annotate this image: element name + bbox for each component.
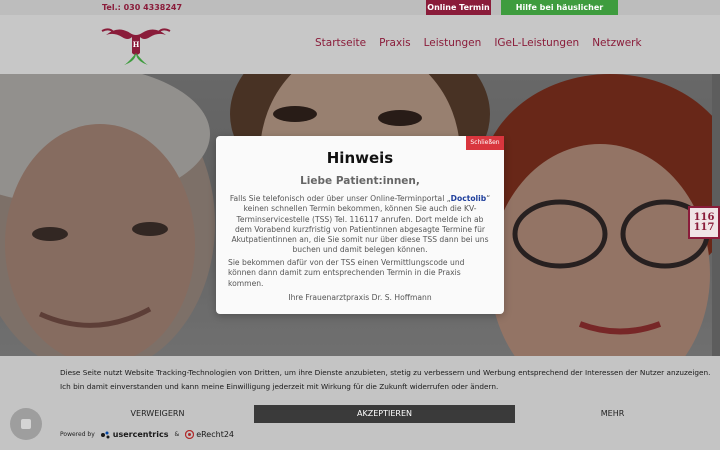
phone-number[interactable]: Tel.: 030 4338247 — [102, 3, 182, 12]
site-header: H Startseite Praxis Leistungen IGeL-Leis… — [0, 15, 720, 74]
privacy-settings-button[interactable] — [10, 408, 42, 440]
notice-modal: Schließen Hinweis Liebe Patient:innen, F… — [216, 136, 504, 314]
badge-line-2: 117 — [693, 222, 715, 233]
p1-text-after: “ keinen schnellen Termin bekommen, könn… — [231, 194, 491, 255]
erecht24-logo[interactable]: eRecht24 — [185, 430, 234, 439]
cookie-banner: Diese Seite nutzt Website Tracking-Techn… — [0, 356, 720, 450]
domestic-violence-help-button[interactable]: Hilfe bei häuslicher Gewalt — [501, 0, 618, 27]
online-termin-button[interactable]: Online Termin — [426, 0, 491, 15]
modal-paragraph-1: Falls Sie telefonisch oder über unser On… — [228, 194, 492, 256]
modal-subtitle: Liebe Patient:innen, — [300, 175, 420, 187]
nav-item-praxis[interactable]: Praxis — [379, 37, 411, 49]
nav-item-igel-leistungen[interactable]: IGeL-Leistungen — [494, 37, 579, 49]
nav-item-leistungen[interactable]: Leistungen — [424, 37, 482, 49]
p1-text-before: Falls Sie telefonisch oder über unser On… — [229, 194, 451, 203]
main-nav: Startseite Praxis Leistungen IGeL-Leistu… — [315, 37, 642, 49]
page: Tel.: 030 4338247 Online Termin Hilfe be… — [0, 0, 720, 450]
powered-by-label: Powered by — [60, 431, 95, 438]
doctolib-link[interactable]: Doctolib — [451, 194, 487, 203]
modal-signature: Ihre Frauenarztpraxis Dr. S. Hoffmann — [288, 293, 432, 302]
modal-paragraph-2: Sie bekommen dafür von der TSS einen Ver… — [228, 258, 465, 288]
reject-button[interactable]: VERWEIGERN — [60, 405, 255, 423]
nav-item-netzwerk[interactable]: Netzwerk — [592, 37, 641, 49]
usercentrics-icon — [100, 431, 110, 438]
top-bar: Tel.: 030 4338247 Online Termin Hilfe be… — [0, 0, 720, 27]
practice-logo[interactable]: H — [100, 23, 172, 67]
modal-title: Hinweis — [326, 149, 394, 167]
accept-button[interactable]: AKZEPTIEREN — [254, 405, 515, 423]
erecht24-label: eRecht24 — [196, 430, 235, 439]
cookie-footer: Powered by usercentrics & eRecht24 — [60, 430, 234, 439]
nav-item-startseite[interactable]: Startseite — [315, 37, 366, 49]
usercentrics-label: usercentrics — [112, 430, 169, 439]
svg-text:H: H — [133, 40, 140, 49]
amp-label: & — [174, 431, 180, 438]
cookie-text: Diese Seite nutzt Website Tracking-Techn… — [60, 368, 711, 391]
erecht24-icon — [185, 430, 195, 439]
close-button[interactable]: Schließen — [466, 136, 504, 150]
fingerprint-icon — [21, 419, 31, 429]
more-button[interactable]: MEHR — [515, 405, 710, 423]
usercentrics-logo[interactable]: usercentrics — [100, 430, 169, 439]
tss-116117-badge[interactable]: 116 117 — [688, 206, 720, 239]
